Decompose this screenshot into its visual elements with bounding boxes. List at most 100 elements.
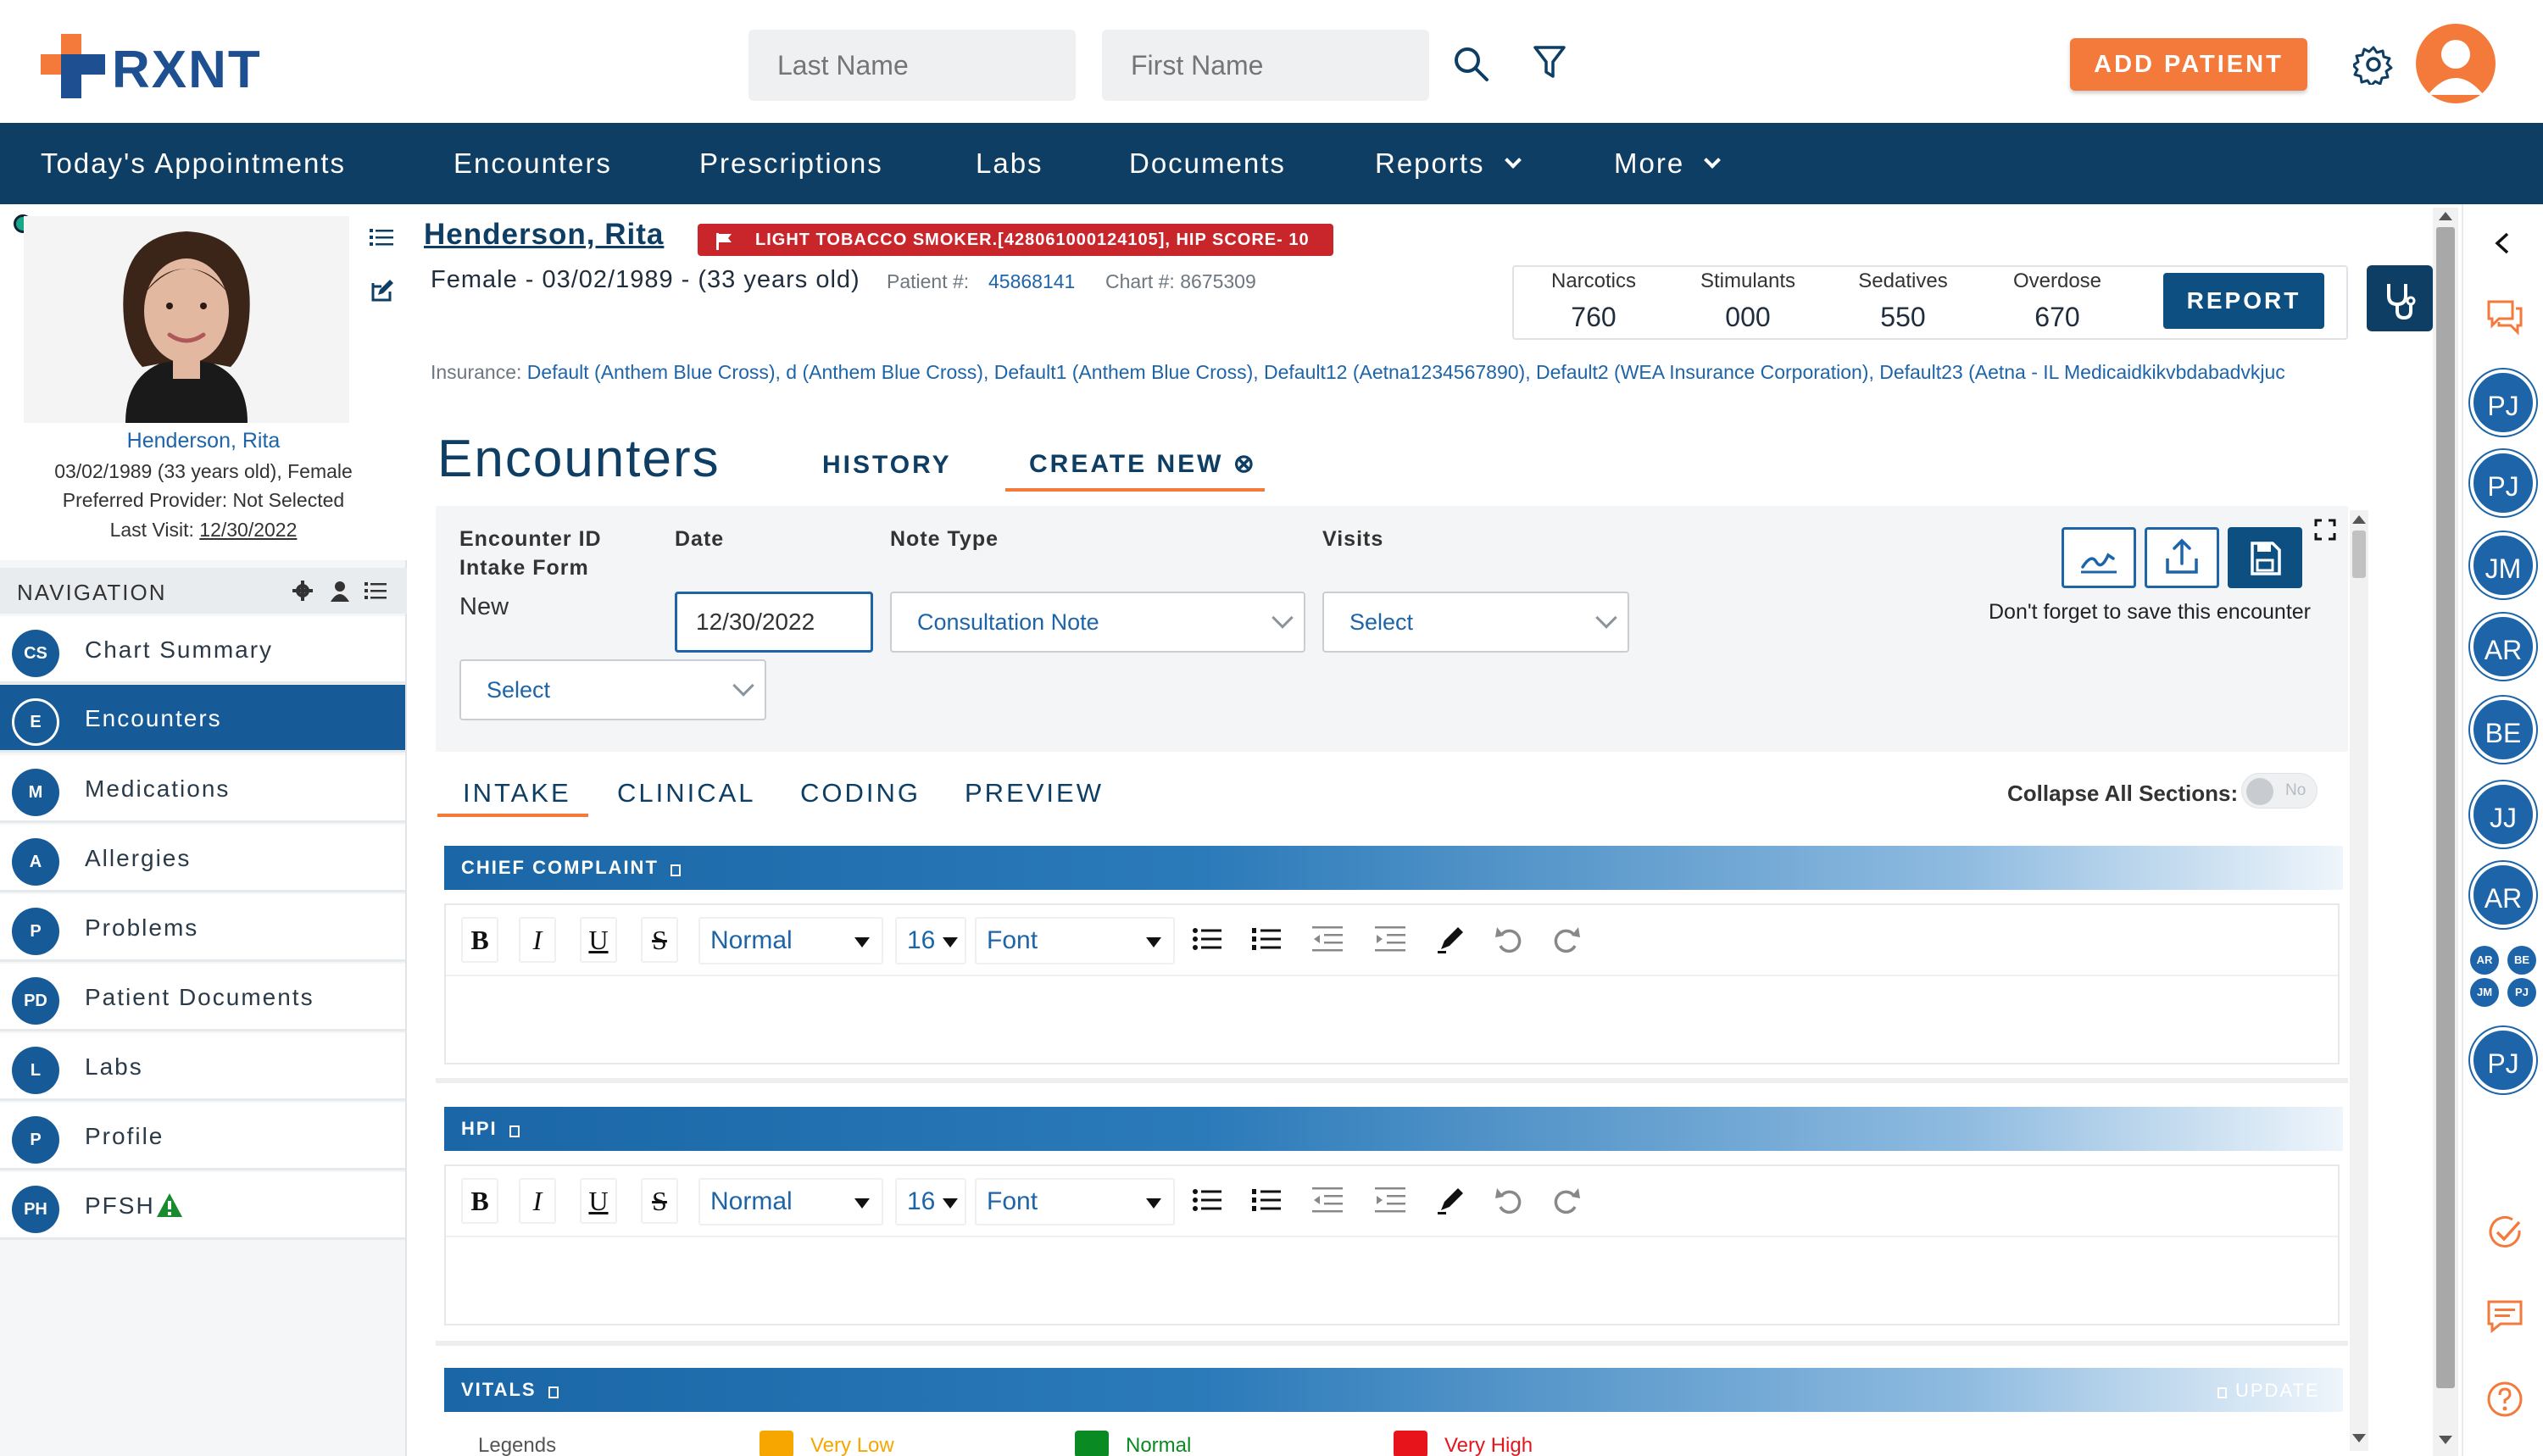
chat-bubbles-icon[interactable]: [2485, 297, 2524, 336]
intake-form-select[interactable]: Select: [459, 659, 766, 720]
scroll-up-arrow-icon[interactable]: [2439, 212, 2452, 220]
section-header-vitals[interactable]: VITALS: [444, 1368, 2343, 1412]
edit-icon[interactable]: [370, 280, 393, 303]
group-avatar-member[interactable]: AR: [2470, 946, 2499, 975]
sidebar-item-chart-summary[interactable]: CS Chart Summary: [0, 616, 405, 684]
export-encounter-button[interactable]: [2145, 527, 2219, 588]
task-check-icon[interactable]: [2485, 1214, 2524, 1253]
list-icon[interactable]: [364, 580, 387, 602]
stethoscope-button[interactable]: [2367, 265, 2433, 331]
strikethrough-button[interactable]: S: [641, 917, 678, 963]
bullet-list-icon[interactable]: [1192, 924, 1222, 954]
outdent-icon[interactable]: [1312, 1185, 1343, 1215]
italic-button[interactable]: I: [519, 917, 556, 963]
scroll-down-arrow-icon[interactable]: [2439, 1436, 2452, 1444]
filter-icon[interactable]: [1533, 44, 1566, 81]
team-member-avatar[interactable]: AR: [2470, 614, 2536, 680]
indent-icon[interactable]: [1375, 924, 1405, 954]
gear-icon[interactable]: [2353, 44, 2394, 85]
sidebar-item-profile[interactable]: P Profile: [0, 1103, 405, 1170]
redo-icon[interactable]: [1551, 1185, 1582, 1215]
sidebar-item-labs[interactable]: L Labs: [0, 1033, 405, 1101]
toggle-knob[interactable]: [2246, 778, 2273, 805]
subtab-clinical[interactable]: CLINICAL: [617, 778, 756, 809]
pdmp-report-button[interactable]: REPORT: [2163, 273, 2324, 329]
team-member-avatar[interactable]: PJ: [2470, 1027, 2536, 1093]
rxnt-logo-icon[interactable]: [41, 34, 105, 98]
indent-icon[interactable]: [1375, 1185, 1405, 1215]
section-header-chief-complaint[interactable]: CHIEF COMPLAINT: [444, 846, 2343, 890]
visits-select[interactable]: Select: [1322, 592, 1629, 653]
insurance-value[interactable]: Default (Anthem Blue Cross), d (Anthem B…: [527, 361, 2285, 383]
person-icon[interactable]: [329, 580, 351, 602]
team-member-avatar[interactable]: PJ: [2470, 370, 2536, 436]
team-member-avatar[interactable]: BE: [2470, 697, 2536, 763]
nav-documents[interactable]: Documents: [1129, 123, 1286, 204]
date-input[interactable]: 12/30/2022: [675, 592, 873, 653]
patient-card-name[interactable]: Henderson, Rita: [0, 429, 407, 453]
vitals-update-link[interactable]: UPDATE: [2217, 1380, 2320, 1402]
list-icon[interactable]: [370, 227, 393, 247]
search-icon[interactable]: [1451, 44, 1490, 83]
inner-scrollbar-thumb[interactable]: [2352, 531, 2366, 578]
font-size-select[interactable]: 16: [895, 1178, 966, 1225]
patient-alert-badge[interactable]: LIGHT TOBACCO SMOKER.[428061000124105], …: [698, 224, 1333, 256]
nav-encounters[interactable]: Encounters: [454, 123, 612, 204]
group-avatar-member[interactable]: PJ: [2507, 978, 2536, 1007]
highlighter-icon[interactable]: [1436, 924, 1466, 954]
group-avatar-member[interactable]: BE: [2507, 946, 2536, 975]
fullscreen-icon[interactable]: [2314, 519, 2336, 541]
sign-encounter-button[interactable]: [2062, 527, 2136, 588]
highlighter-icon[interactable]: [1436, 1185, 1466, 1215]
paragraph-style-select[interactable]: Normal: [698, 1178, 883, 1225]
group-avatar-member[interactable]: JM: [2470, 978, 2499, 1007]
font-family-select[interactable]: Font: [975, 1178, 1175, 1225]
user-avatar[interactable]: [2416, 24, 2496, 103]
numbered-list-icon[interactable]: [1251, 924, 1282, 954]
underline-button[interactable]: U: [580, 917, 617, 963]
font-family-select[interactable]: Font: [975, 917, 1175, 964]
outer-scrollbar-thumb[interactable]: [2436, 227, 2455, 1388]
chevron-left-icon[interactable]: [2490, 231, 2516, 256]
nav-labs[interactable]: Labs: [976, 123, 1043, 204]
nav-todays-appointments[interactable]: Today's Appointments: [41, 123, 346, 204]
scroll-down-arrow-icon[interactable]: [2352, 1434, 2366, 1442]
message-icon[interactable]: [2485, 1297, 2524, 1336]
expand-box-icon[interactable]: [670, 864, 681, 876]
logo-text[interactable]: RXNT: [112, 44, 262, 97]
sidebar-item-patient-documents[interactable]: PD Patient Documents: [0, 964, 405, 1031]
last-visit-date-link[interactable]: 12/30/2022: [199, 519, 297, 541]
bold-button[interactable]: B: [461, 917, 498, 963]
scroll-up-arrow-icon[interactable]: [2352, 515, 2366, 524]
redo-icon[interactable]: [1551, 924, 1582, 954]
add-patient-button[interactable]: ADD PATIENT: [2070, 38, 2307, 91]
nav-reports[interactable]: Reports: [1375, 123, 1522, 204]
expand-box-icon[interactable]: [509, 1125, 520, 1137]
team-member-avatar[interactable]: AR: [2470, 862, 2536, 928]
chief-complaint-editor[interactable]: B I U S Normal 16 Font: [444, 903, 2340, 1064]
first-name-search-input[interactable]: [1102, 30, 1429, 101]
numbered-list-icon[interactable]: [1251, 1185, 1282, 1215]
gear-icon[interactable]: [292, 580, 314, 602]
team-member-avatar[interactable]: JM: [2470, 532, 2536, 598]
subtab-preview[interactable]: PREVIEW: [965, 778, 1104, 809]
team-member-avatar[interactable]: PJ: [2470, 450, 2536, 516]
bullet-list-icon[interactable]: [1192, 1185, 1222, 1215]
hpi-editor[interactable]: B I U S Normal 16 Font: [444, 1164, 2340, 1325]
undo-icon[interactable]: [1494, 924, 1524, 954]
save-encounter-button[interactable]: [2228, 527, 2302, 588]
italic-button[interactable]: I: [519, 1178, 556, 1224]
font-size-select[interactable]: 16: [895, 917, 966, 964]
tab-history[interactable]: HISTORY: [822, 451, 952, 480]
underline-button[interactable]: U: [580, 1178, 617, 1224]
sidebar-item-medications[interactable]: M Medications: [0, 755, 405, 823]
strikethrough-button[interactable]: S: [641, 1178, 678, 1224]
bold-button[interactable]: B: [461, 1178, 498, 1224]
nav-prescriptions[interactable]: Prescriptions: [699, 123, 883, 204]
sidebar-item-problems[interactable]: P Problems: [0, 894, 405, 962]
section-header-hpi[interactable]: HPI: [444, 1107, 2343, 1151]
paragraph-style-select[interactable]: Normal: [698, 917, 883, 964]
outdent-icon[interactable]: [1312, 924, 1343, 954]
tab-create-new[interactable]: CREATE NEW ⊗: [1029, 449, 1257, 479]
nav-more[interactable]: More: [1614, 123, 1722, 204]
